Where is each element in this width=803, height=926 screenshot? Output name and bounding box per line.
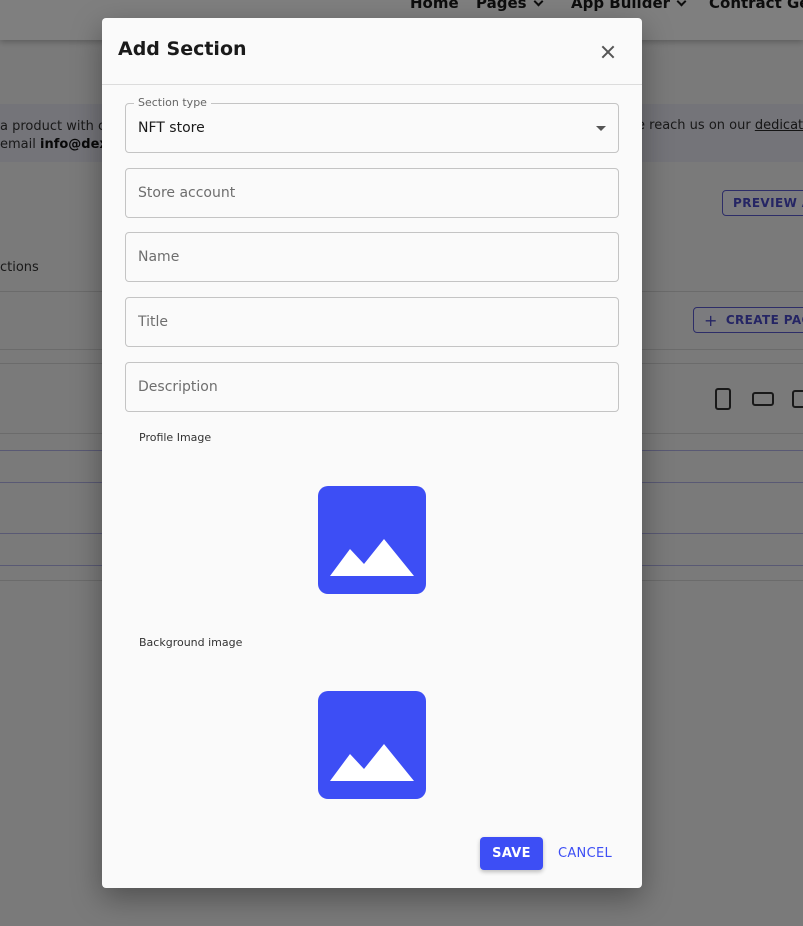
dialog-header-divider — [102, 84, 642, 85]
name-field[interactable] — [125, 232, 619, 282]
description-input[interactable] — [126, 363, 618, 411]
background-image-label: Background image — [139, 636, 243, 649]
section-type-value: NFT store — [138, 120, 205, 136]
section-type-select[interactable]: Section type NFT store — [125, 96, 619, 153]
title-input[interactable] — [126, 298, 618, 346]
store-account-input[interactable] — [126, 169, 618, 217]
cancel-button[interactable]: CANCEL — [550, 837, 620, 870]
image-placeholder-icon — [330, 539, 414, 576]
background-image-upload[interactable] — [318, 691, 426, 799]
title-field[interactable] — [125, 297, 619, 347]
store-account-field[interactable] — [125, 168, 619, 218]
image-placeholder-icon — [330, 744, 414, 781]
name-input[interactable] — [126, 233, 618, 281]
profile-image-label: Profile Image — [139, 431, 212, 444]
description-field[interactable] — [125, 362, 619, 412]
add-section-dialog: Add Section Section type NFT store Profi… — [102, 18, 642, 888]
dropdown-arrow-icon — [596, 126, 606, 131]
section-type-label: Section type — [134, 96, 211, 109]
profile-image-upload[interactable] — [318, 486, 426, 594]
save-button[interactable]: SAVE — [480, 837, 543, 870]
close-icon[interactable] — [596, 40, 620, 64]
dialog-title: Add Section — [118, 38, 247, 60]
